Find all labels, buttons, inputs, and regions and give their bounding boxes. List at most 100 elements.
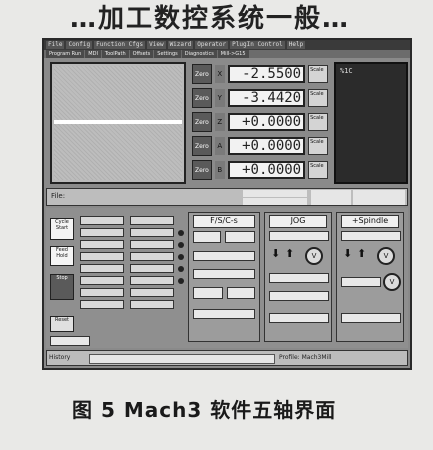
stop-button[interactable]: Stop (50, 274, 74, 300)
axis-label-b: B (214, 161, 225, 179)
tab-toolpath[interactable]: ToolPath (101, 50, 129, 58)
zero-z-button[interactable]: Zero (192, 112, 212, 132)
spindle-speed-dro[interactable] (193, 269, 255, 279)
program-button-4[interactable] (80, 252, 124, 261)
zero-a-button[interactable]: Zero (192, 136, 212, 156)
program-button-13[interactable] (130, 264, 174, 273)
feed-rate-dro[interactable] (225, 231, 255, 243)
menu-item-plugin[interactable]: PlugIn Control (230, 41, 285, 49)
dro-b[interactable]: +0.0000 (227, 161, 306, 179)
tab-settings[interactable]: Settings (154, 50, 181, 58)
program-button-10[interactable] (130, 228, 174, 237)
zero-b-button[interactable]: Zero (192, 160, 212, 180)
program-button-15[interactable] (130, 288, 174, 297)
screen-tabs: Program Run MDI ToolPath Offsets Setting… (44, 50, 410, 58)
program-button-14[interactable] (130, 276, 174, 285)
menu-bar: File Config Function Cfgs View Wizard Op… (44, 40, 410, 50)
dro-a[interactable]: +0.0000 (227, 137, 306, 155)
spindle-knob[interactable]: V (377, 247, 395, 265)
jog-mode-field[interactable] (269, 231, 329, 241)
menu-item-view[interactable]: View (147, 41, 166, 49)
program-button-16[interactable] (130, 300, 174, 309)
mode-box[interactable] (50, 336, 90, 346)
strip-field-3[interactable] (311, 190, 351, 205)
axis-label-z: Z (214, 113, 225, 131)
zero-x-button[interactable]: Zero (192, 64, 212, 84)
program-button-7[interactable] (80, 288, 124, 297)
program-button-3[interactable] (80, 240, 124, 249)
spindle-section-title: +Spindle (341, 215, 399, 228)
history-button[interactable]: History (49, 354, 70, 361)
toolpath-display[interactable] (50, 62, 186, 184)
control-area: Cycle Start Feed Hold Stop Reset F/S/C-s (46, 208, 408, 348)
tab-offsets[interactable]: Offsets (129, 50, 154, 58)
strip-field-4[interactable] (353, 190, 405, 205)
program-button-11[interactable] (130, 240, 174, 249)
feed-dro[interactable] (193, 231, 221, 243)
gcode-text: %1C (340, 67, 353, 75)
spindle-field-1[interactable] (341, 231, 401, 241)
scale-y[interactable]: Scale (308, 89, 328, 107)
arrow-down-icon[interactable]: ⬇ (271, 247, 280, 260)
program-button-5[interactable] (80, 264, 124, 273)
program-button-6[interactable] (80, 276, 124, 285)
file-strip: File: (46, 188, 408, 206)
tab-mdi[interactable]: MDI (85, 50, 101, 58)
profile-label: Profile: Mach3Mill (279, 354, 332, 361)
tab-diagnostics[interactable]: Diagnostics (181, 50, 217, 58)
program-button-1[interactable] (80, 216, 124, 225)
axis-label-y: Y (214, 89, 225, 107)
arrow-up-icon[interactable]: ⬆ (285, 247, 294, 260)
jog-field-3[interactable] (269, 313, 329, 323)
status-bar: History Profile: Mach3Mill (46, 350, 408, 366)
axis-row-z: Zero Z +0.0000 Scale (192, 110, 328, 134)
spindle-field-2[interactable] (341, 277, 381, 287)
jog-rate-field[interactable] (269, 291, 329, 301)
program-button-12[interactable] (130, 252, 174, 261)
strip-field-2[interactable] (243, 198, 307, 205)
reset-button[interactable]: Reset (50, 316, 74, 332)
program-button-8[interactable] (80, 300, 124, 309)
menu-item-config[interactable]: Config (66, 41, 93, 49)
feed-button-a[interactable] (193, 287, 223, 299)
jog-section-title: JOG (269, 215, 327, 228)
menu-item-operator[interactable]: Operator (195, 41, 229, 49)
scale-b[interactable]: Scale (308, 161, 328, 179)
strip-field-1[interactable] (243, 190, 307, 197)
gcode-window[interactable]: %1C (334, 62, 408, 184)
menu-item-wizard[interactable]: Wizard (167, 41, 194, 49)
axis-row-y: Zero Y -3.4420 Scale (192, 86, 328, 110)
status-led-1 (178, 230, 184, 236)
dro-z[interactable]: +0.0000 (227, 113, 306, 131)
menu-item-function-cfgs[interactable]: Function Cfgs (94, 41, 146, 49)
axis-label-a: A (214, 137, 225, 155)
cycle-start-button[interactable]: Cycle Start (50, 218, 74, 240)
toolpath-line (54, 120, 182, 124)
feed-speed-section: F/S/C-s (188, 212, 260, 342)
tab-program-run[interactable]: Program Run (46, 50, 85, 58)
scale-a[interactable]: Scale (308, 137, 328, 155)
dro-panel: Zero X -2.5500 Scale Zero Y -3.4420 Scal… (192, 62, 328, 186)
scale-z[interactable]: Scale (308, 113, 328, 131)
menu-item-help[interactable]: Help (286, 41, 306, 49)
spindle-knob-2[interactable]: V (383, 273, 401, 291)
jog-knob[interactable]: V (305, 247, 323, 265)
status-led-3 (178, 254, 184, 260)
jog-step-field[interactable] (269, 273, 329, 283)
program-button-9[interactable] (130, 216, 174, 225)
feed-override[interactable] (193, 251, 255, 261)
scale-x[interactable]: Scale (308, 65, 328, 83)
spindle-up-icon[interactable]: ⬆ (357, 247, 366, 260)
cropped-header-text: …加工数控系统一般… (70, 4, 351, 32)
menu-item-file[interactable]: File (46, 41, 65, 49)
spindle-down-icon[interactable]: ⬇ (343, 247, 352, 260)
spindle-field-3[interactable] (341, 313, 401, 323)
dro-y[interactable]: -3.4420 (227, 89, 306, 107)
feed-field-c[interactable] (193, 309, 255, 319)
tab-mill-g15[interactable]: Mill->G15 (217, 50, 249, 58)
feed-button-b[interactable] (227, 287, 255, 299)
feed-hold-button[interactable]: Feed Hold (50, 246, 74, 266)
program-button-2[interactable] (80, 228, 124, 237)
zero-y-button[interactable]: Zero (192, 88, 212, 108)
dro-x[interactable]: -2.5500 (227, 65, 306, 83)
